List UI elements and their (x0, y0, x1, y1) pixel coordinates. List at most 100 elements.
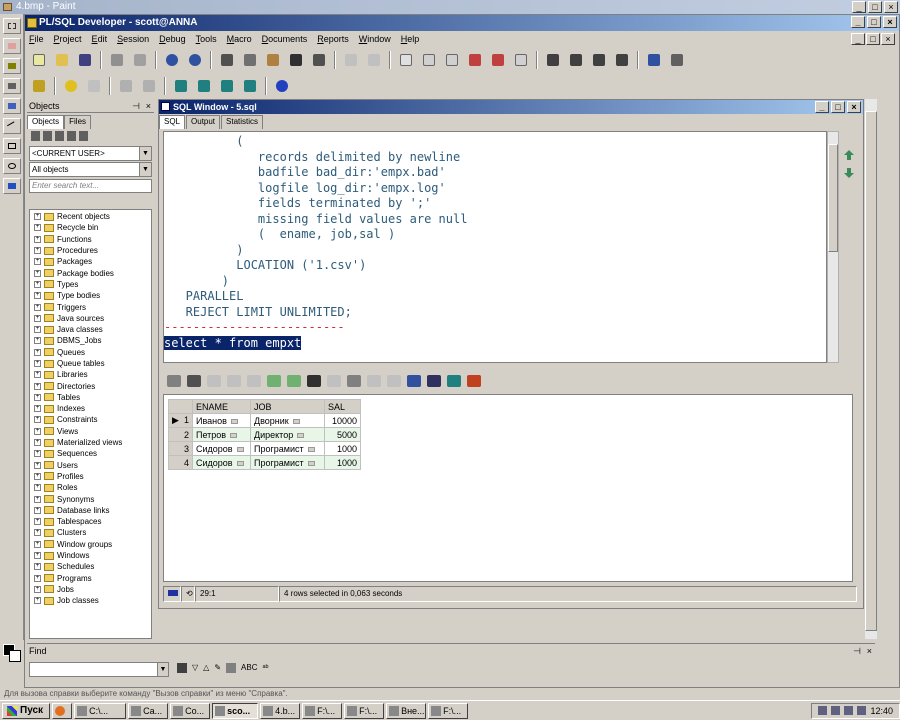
pin-icon[interactable]: ⊣ (853, 644, 861, 658)
expand-icon[interactable]: + (34, 427, 41, 435)
expand-icon[interactable]: + (34, 495, 41, 503)
tool-icon-4[interactable] (612, 50, 632, 70)
taskbar-button[interactable]: sco... (212, 702, 259, 719)
next-record-icon[interactable] (387, 375, 401, 387)
find-object-icon[interactable] (67, 131, 76, 141)
row-number[interactable]: 4 (168, 455, 193, 470)
expand-icon[interactable]: + (34, 585, 41, 593)
line-tool-icon[interactable] (3, 118, 21, 134)
tree-item[interactable]: + Indexes (30, 403, 151, 414)
expand-icon[interactable]: + (34, 213, 41, 221)
menu-session[interactable]: Session (117, 31, 149, 47)
tab-statistics[interactable]: Statistics (221, 115, 264, 129)
table-row[interactable]: 3 Сидоров Програмист 1000 (168, 441, 361, 456)
chevron-down-icon[interactable]: ▼ (157, 663, 168, 676)
expand-icon[interactable]: + (34, 540, 41, 548)
tray-icon-1[interactable] (818, 706, 828, 715)
cell-job[interactable]: Програмист (250, 455, 325, 470)
cell-editor-button[interactable] (236, 446, 244, 452)
brush-tool-icon[interactable] (3, 78, 21, 94)
previous-record-icon[interactable] (367, 375, 381, 387)
expand-icon[interactable]: + (34, 269, 41, 277)
expand-icon[interactable]: + (34, 348, 41, 356)
mdi-restore-button[interactable]: □ (866, 33, 880, 45)
tree-item[interactable]: + Materialized views (30, 437, 151, 448)
cell-job[interactable]: Програмист (250, 441, 325, 456)
rollback-icon[interactable] (139, 76, 159, 96)
chevron-down-icon[interactable]: ▼ (139, 163, 151, 176)
tree-item[interactable]: + Java classes (30, 324, 151, 335)
rectangle-tool-icon[interactable] (3, 138, 21, 154)
tile-windows-icon[interactable] (667, 50, 687, 70)
start-button[interactable]: Пуск (2, 702, 51, 719)
sql-close-button[interactable]: × (847, 101, 861, 113)
tree-item[interactable]: + Types (30, 279, 151, 290)
grid-view-icon[interactable] (167, 375, 181, 387)
tree-item[interactable]: + Queue tables (30, 358, 151, 369)
menu-macro[interactable]: Macro (227, 31, 252, 47)
taskbar-button[interactable]: C:\... (74, 702, 127, 719)
expand-icon[interactable]: + (34, 563, 41, 571)
tree-item[interactable]: + Synonyms (30, 493, 151, 504)
expand-icon[interactable]: + (34, 247, 41, 255)
cell-sal[interactable]: 1000 (324, 455, 361, 470)
commit-icon[interactable] (116, 76, 136, 96)
db-icon-2[interactable] (194, 76, 214, 96)
close-icon[interactable]: × (867, 644, 872, 658)
tree-item[interactable]: + Type bodies (30, 290, 151, 301)
scroll-thumb[interactable] (828, 144, 838, 252)
export-icon[interactable] (407, 375, 421, 387)
back-icon[interactable] (341, 50, 361, 70)
user-select[interactable]: <CURRENT USER> ▼ (29, 146, 152, 161)
tab-files[interactable]: Files (64, 115, 92, 129)
cell-sal[interactable]: 10000 (324, 413, 361, 428)
paint-minimize-button[interactable]: _ (852, 1, 866, 13)
taskbar-button[interactable]: 4.b... (260, 702, 301, 719)
cut-icon[interactable] (217, 50, 237, 70)
indent-icon[interactable] (419, 50, 439, 70)
query-by-example-icon[interactable] (307, 375, 321, 387)
taskbar-button[interactable]: F:\... (302, 702, 343, 719)
taskbar-button[interactable]: F:\... (428, 702, 469, 719)
search-input[interactable]: Enter search text... (29, 179, 152, 193)
cell-ename[interactable]: Сидоров (192, 441, 251, 456)
clear-record-icon[interactable] (327, 375, 341, 387)
expand-icon[interactable]: + (34, 314, 41, 322)
paint-color-swatch[interactable] (0, 640, 24, 674)
menu-reports[interactable]: Reports (317, 31, 349, 47)
quick-launch-firefox[interactable] (52, 702, 73, 719)
taskbar-button[interactable]: Co... (170, 702, 211, 719)
single-record-icon[interactable] (347, 375, 361, 387)
tool-icon-2[interactable] (566, 50, 586, 70)
column-header-job[interactable]: JOB (250, 399, 325, 414)
table-row[interactable]: 2 Петров Директор 5000 (168, 427, 361, 442)
cell-ename[interactable]: Петров (192, 427, 251, 442)
menu-tools[interactable]: Tools (196, 31, 217, 47)
expand-icon[interactable]: + (34, 280, 41, 288)
cell-ename[interactable]: Иванов (192, 413, 251, 428)
tree-item[interactable]: + Windows (30, 550, 151, 561)
regex-icon[interactable]: ᵃᵇ (262, 663, 268, 673)
fetch-next-icon[interactable] (267, 375, 281, 387)
tray-icon-3[interactable] (844, 706, 854, 715)
cell-editor-button[interactable] (230, 432, 238, 438)
comment-icon[interactable] (465, 50, 485, 70)
table-row[interactable]: 4 Сидоров Програмист 1000 (168, 455, 361, 470)
tree-item[interactable]: + Recycle bin (30, 222, 151, 233)
paste-icon[interactable] (263, 50, 283, 70)
taskbar-button[interactable]: F:\... (344, 702, 385, 719)
sql-editor[interactable]: ( records delimited by newline badfile b… (163, 131, 827, 363)
sql-minimize-button[interactable]: _ (815, 101, 829, 113)
tree-item[interactable]: + Package bodies (30, 267, 151, 278)
db-icon-3[interactable] (217, 76, 237, 96)
tree-item[interactable]: + Schedules (30, 561, 151, 572)
bookmark-icon[interactable] (511, 50, 531, 70)
cell-ename[interactable]: Сидоров (192, 455, 251, 470)
tree-item[interactable]: + Java sources (30, 313, 151, 324)
tray-icon-2[interactable] (831, 706, 841, 715)
help-icon[interactable] (272, 76, 292, 96)
new-icon[interactable] (29, 50, 49, 70)
scroll-thumb[interactable] (865, 111, 877, 631)
lock-icon[interactable] (187, 375, 201, 387)
plsql-maximize-button[interactable]: □ (867, 16, 881, 28)
